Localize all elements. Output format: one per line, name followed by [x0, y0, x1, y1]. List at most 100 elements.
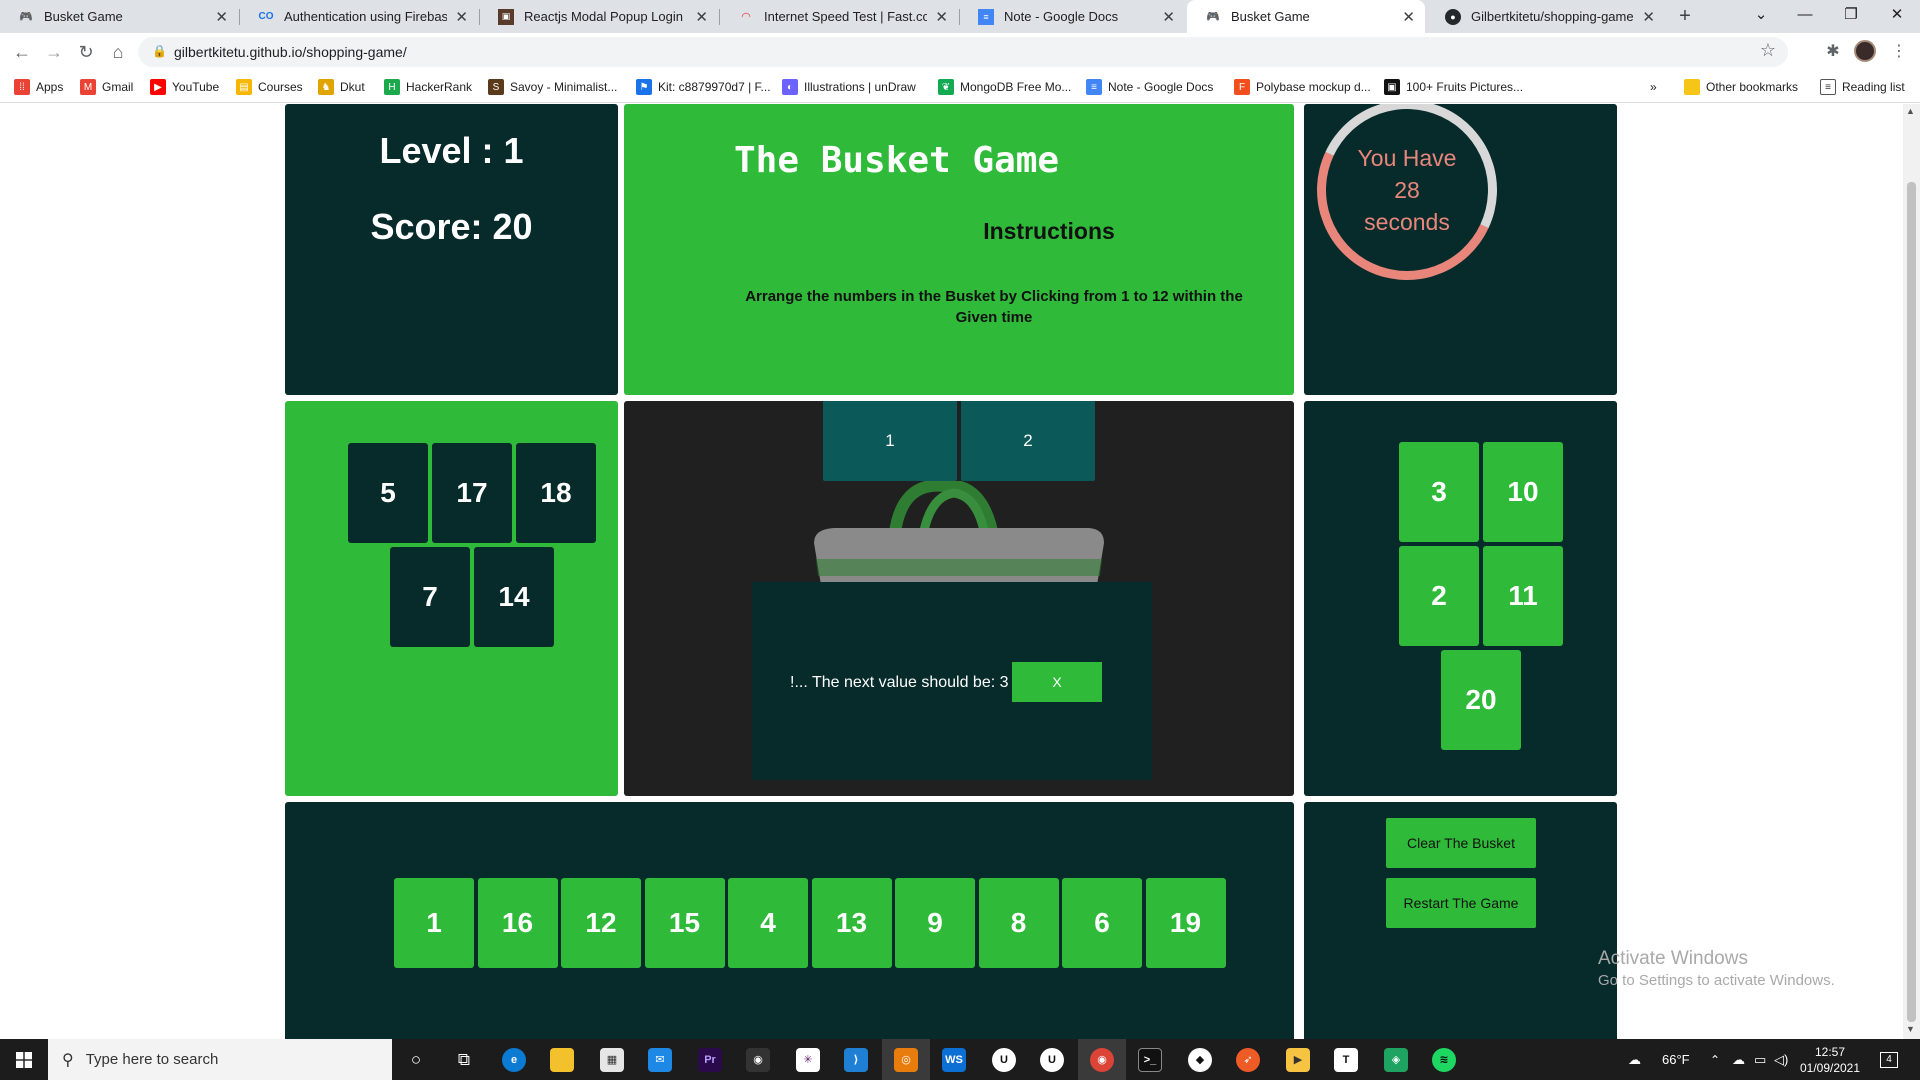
terminal-icon[interactable]: >_ [1126, 1039, 1174, 1080]
bookmark-item[interactable]: H HackerRank [384, 71, 472, 103]
number-tile[interactable]: 11 [1483, 546, 1563, 646]
volume-icon[interactable]: ◁) [1774, 1039, 1788, 1080]
number-tile[interactable]: 14 [474, 547, 554, 647]
bookmark-star-icon[interactable]: ☆ [1760, 40, 1776, 61]
mail-icon[interactable]: ✉ [636, 1039, 684, 1080]
bookmark-item[interactable]: ▤ Courses [236, 71, 303, 103]
reload-icon[interactable]: ↻ [72, 39, 100, 67]
close-icon[interactable]: ✕ [695, 8, 708, 26]
file-explorer-icon[interactable] [538, 1039, 586, 1080]
unreal-engine-icon[interactable]: U [1028, 1039, 1076, 1080]
bookmark-item[interactable]: ♞ Dkut [318, 71, 365, 103]
unity-icon[interactable]: ◆ [1176, 1039, 1224, 1080]
close-icon[interactable]: ✕ [1162, 8, 1175, 26]
bookmark-item[interactable]: ▶ YouTube [150, 71, 219, 103]
vscode-icon[interactable]: ⟩ [832, 1039, 880, 1080]
weather-cloud-icon[interactable]: ☁ [1628, 1039, 1641, 1080]
tab-fast-com[interactable]: ◠ Internet Speed Test | Fast.com ✕ [720, 0, 958, 33]
taskbar-search-input[interactable]: ⚲ Type here to search [48, 1039, 392, 1080]
task-view-icon[interactable]: ⧉ [440, 1039, 488, 1080]
home-icon[interactable]: ⌂ [104, 39, 132, 67]
number-tile[interactable]: 9 [895, 878, 975, 968]
back-arrow-icon[interactable]: ← [8, 39, 36, 67]
git-kraken-icon[interactable]: ◈ [1372, 1039, 1420, 1080]
bookmark-item[interactable]: ❦ MongoDB Free Mo... [938, 71, 1071, 103]
number-tile[interactable]: 5 [348, 443, 428, 543]
number-tile[interactable]: 2 [1399, 546, 1479, 646]
bookmark-item[interactable]: M Gmail [80, 71, 133, 103]
number-tile[interactable]: 19 [1145, 878, 1226, 968]
restore-button[interactable]: ❐ [1828, 0, 1874, 33]
notification-center-icon[interactable]: 4 [1880, 1039, 1898, 1080]
davinci-icon[interactable]: ◉ [734, 1039, 782, 1080]
close-window-button[interactable]: ✕ [1874, 0, 1920, 33]
webstorm-icon[interactable]: WS [930, 1039, 978, 1080]
page-scrollbar[interactable]: ▲ ▼ [1903, 104, 1920, 1039]
close-icon[interactable]: ✕ [1642, 8, 1655, 26]
tab-react-modal[interactable]: ▣ Reactjs Modal Popup Login Form ✕ [480, 0, 718, 33]
menu-dots-icon[interactable]: ⋮ [1886, 39, 1912, 65]
number-tile[interactable]: 6 [1062, 878, 1142, 968]
extensions-puzzle-icon[interactable]: ✱ [1820, 39, 1846, 65]
number-tile[interactable]: 1 [394, 878, 474, 968]
network-icon[interactable]: ▭ [1754, 1039, 1766, 1080]
modal-close-button[interactable]: X [1012, 662, 1102, 702]
chrome-icon[interactable]: ◉ [1078, 1039, 1126, 1080]
number-tile[interactable]: 20 [1441, 650, 1521, 750]
bookmark-item[interactable]: S Savoy - Minimalist... [488, 71, 617, 103]
tab-busket-game-active[interactable]: 🎮 Busket Game ✕ [1187, 0, 1425, 33]
number-tile[interactable]: 10 [1483, 442, 1563, 542]
scroll-thumb[interactable] [1907, 182, 1916, 1022]
weather-temperature[interactable]: 66°F [1662, 1039, 1690, 1080]
player-icon[interactable]: ▶ [1274, 1039, 1322, 1080]
blender-icon[interactable]: ◎ [882, 1039, 930, 1080]
bookmark-item[interactable]: ◐ Illustrations | unDraw [782, 71, 916, 103]
minimize-button[interactable]: — [1782, 0, 1828, 33]
tab-github-repo[interactable]: ● Gilbertkitetu/shopping-game ✕ [1427, 0, 1665, 33]
store-icon[interactable]: ▦ [588, 1039, 636, 1080]
number-tile[interactable]: 15 [644, 878, 725, 968]
spotify-icon[interactable]: ≋ [1420, 1039, 1468, 1080]
premiere-icon[interactable]: Pr [686, 1039, 734, 1080]
url-text[interactable]: gilbertkitetu.github.io/shopping-game/ [174, 37, 407, 67]
profile-avatar[interactable] [1854, 40, 1876, 62]
bookmark-item[interactable]: ▣ 100+ Fruits Pictures... [1384, 71, 1523, 103]
tab-busket-game-1[interactable]: 🎮 Busket Game ✕ [0, 0, 238, 33]
reading-list[interactable]: ≡ Reading list [1820, 71, 1905, 103]
number-tile[interactable]: 16 [477, 878, 558, 968]
number-tile[interactable]: 18 [516, 443, 596, 543]
tray-chevron-icon[interactable]: ⌃ [1710, 1039, 1720, 1080]
new-tab-button[interactable]: + [1672, 4, 1698, 30]
number-tile[interactable]: 13 [811, 878, 892, 968]
cortana-icon[interactable]: ○ [392, 1039, 440, 1080]
scroll-down-icon[interactable]: ▼ [1906, 1024, 1915, 1034]
bookmark-item[interactable]: ≡ Note - Google Docs [1086, 71, 1213, 103]
number-tile[interactable]: 8 [978, 878, 1059, 968]
taskbar-clock[interactable]: 12:57 01/09/2021 [1790, 1044, 1870, 1076]
onedrive-icon[interactable]: ☁ [1732, 1039, 1745, 1080]
address-bar[interactable]: 🔒 gilbertkitetu.github.io/shopping-game/… [138, 37, 1788, 67]
scroll-up-icon[interactable]: ▲ [1906, 106, 1915, 116]
tab-search-icon[interactable]: ⌄ [1738, 0, 1784, 33]
postman-icon[interactable]: ➶ [1224, 1039, 1272, 1080]
restart-game-button[interactable]: Restart The Game [1386, 878, 1536, 928]
clear-busket-button[interactable]: Clear The Busket [1386, 818, 1536, 868]
unreal-icon[interactable]: U [980, 1039, 1028, 1080]
number-tile[interactable]: 17 [432, 443, 512, 543]
more-bookmarks-chevron-icon[interactable]: » [1650, 71, 1657, 103]
number-tile[interactable]: 12 [561, 878, 641, 968]
close-icon[interactable]: ✕ [455, 8, 468, 26]
typora-icon[interactable]: T [1322, 1039, 1370, 1080]
bookmark-item[interactable]: F Polybase mockup d... [1234, 71, 1371, 103]
edge-icon[interactable]: e [490, 1039, 538, 1080]
close-icon[interactable]: ✕ [935, 8, 948, 26]
close-icon[interactable]: ✕ [1402, 8, 1415, 26]
tab-google-docs[interactable]: ≡ Note - Google Docs ✕ [960, 0, 1185, 33]
tab-firebase-auth[interactable]: CO Authentication using Firebase and ✕ [240, 0, 478, 33]
number-tile[interactable]: 4 [728, 878, 808, 968]
number-tile[interactable]: 7 [390, 547, 470, 647]
other-bookmarks-folder[interactable]: Other bookmarks [1684, 71, 1798, 103]
bookmark-item[interactable]: ⚑ Kit: c8879970d7 | F... [636, 71, 771, 103]
number-tile[interactable]: 3 [1399, 442, 1479, 542]
close-icon[interactable]: ✕ [215, 8, 228, 26]
